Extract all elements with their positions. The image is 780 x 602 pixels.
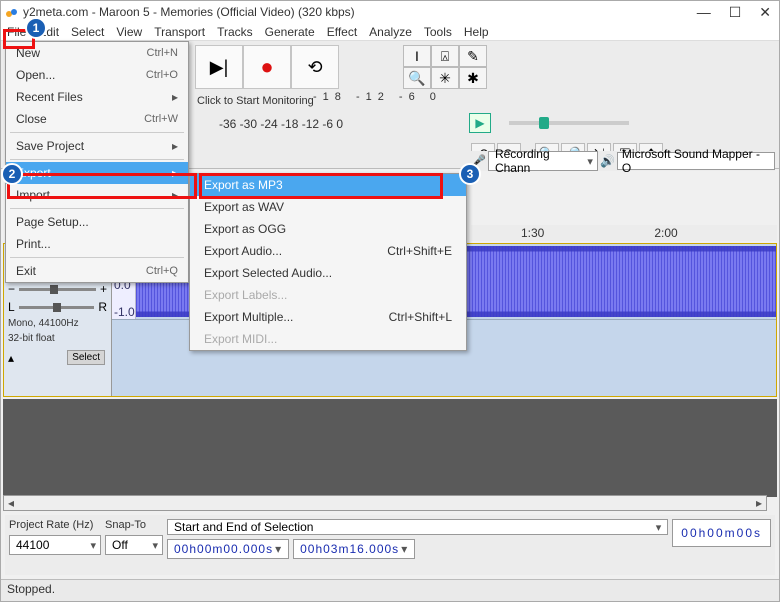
collapse-button[interactable]: ▴: [8, 351, 14, 365]
annotation-badge-2: 2: [1, 163, 23, 185]
envelope-tool-icon[interactable]: ⍓: [431, 45, 459, 67]
gain-minus-icon: −: [8, 282, 15, 296]
menu-help[interactable]: Help: [464, 25, 489, 39]
track-select-button[interactable]: Select: [67, 350, 105, 365]
minimize-button[interactable]: —: [697, 4, 711, 21]
menu-item-import[interactable]: Import▸: [6, 184, 188, 206]
menu-item-export-multiple[interactable]: Export Multiple...Ctrl+Shift+L: [190, 306, 466, 328]
speaker-icon: 🔊: [600, 154, 615, 168]
menubar: File Edit Select View Transport Tracks G…: [1, 23, 779, 41]
meter-ticks-top: -18 -12 -6 0: [313, 91, 442, 103]
device-toolbar: 🎤 Recording Chann 🔊 Microsoft Sound Mapp…: [471, 151, 775, 171]
menu-item-new[interactable]: NewCtrl+N: [6, 42, 188, 64]
annotation-badge-1: 1: [25, 17, 47, 39]
menu-effect[interactable]: Effect: [327, 25, 357, 39]
skip-end-button[interactable]: ▶|: [195, 45, 243, 89]
menu-item-export-wav[interactable]: Export as WAV: [190, 196, 466, 218]
playback-speed-slider[interactable]: [509, 121, 629, 125]
annotation-badge-3: 3: [459, 163, 481, 185]
menu-item-page-setup[interactable]: Page Setup...: [6, 211, 188, 233]
close-button[interactable]: ✕: [759, 4, 771, 21]
file-menu-popup: NewCtrl+N Open...Ctrl+O Recent Files▸ Cl…: [5, 41, 189, 283]
pan-left-label: L: [8, 300, 15, 314]
pan-slider[interactable]: [19, 306, 95, 309]
meter-hint[interactable]: Click to Start Monitoring: [197, 95, 314, 107]
track-format-line1: Mono, 44100Hz: [4, 316, 111, 331]
selection-end-field[interactable]: 00h03m16.000s▾: [293, 539, 415, 559]
project-rate-combo[interactable]: 44100: [9, 535, 101, 555]
selection-start-field[interactable]: 00h00m00.000s▾: [167, 539, 289, 559]
timeline-ruler[interactable]: 1:30 2:00: [471, 225, 777, 241]
scroll-right-icon[interactable]: ▸: [752, 496, 766, 510]
playback-device-combo[interactable]: Microsoft Sound Mapper - O: [617, 152, 775, 170]
menu-item-print[interactable]: Print...: [6, 233, 188, 255]
timeshift-tool-icon[interactable]: ✳: [431, 67, 459, 89]
menu-item-export-ogg[interactable]: Export as OGG: [190, 218, 466, 240]
menu-item-open[interactable]: Open...Ctrl+O: [6, 64, 188, 86]
menu-select[interactable]: Select: [71, 25, 104, 39]
track-format-line2: 32-bit float: [4, 331, 111, 346]
menu-item-close[interactable]: CloseCtrl+W: [6, 108, 188, 130]
export-submenu-popup: Export as MP3 Export as WAV Export as OG…: [189, 173, 467, 351]
menu-tracks[interactable]: Tracks: [217, 25, 253, 39]
menu-item-export-labels: Export Labels...: [190, 284, 466, 306]
scroll-left-icon[interactable]: ◂: [4, 496, 18, 510]
multi-tool-icon[interactable]: ✱: [459, 67, 487, 89]
record-button[interactable]: ●: [243, 45, 291, 89]
gain-plus-icon: +: [100, 282, 107, 296]
snap-to-label: Snap-To: [105, 519, 163, 531]
loop-button[interactable]: ⟲: [291, 45, 339, 89]
menu-item-exit[interactable]: ExitCtrl+Q: [6, 260, 188, 282]
selection-tool-icon[interactable]: I: [403, 45, 431, 67]
snap-to-combo[interactable]: Off: [105, 535, 163, 555]
app-icon: [3, 4, 19, 20]
gain-slider[interactable]: [19, 288, 96, 291]
transport-buttons: ▶| ● ⟲: [195, 45, 339, 89]
horizontal-scrollbar[interactable]: ◂ ▸: [3, 495, 767, 511]
project-rate-label: Project Rate (Hz): [9, 519, 101, 531]
menu-tools[interactable]: Tools: [424, 25, 452, 39]
maximize-button[interactable]: ☐: [729, 4, 742, 21]
selection-mode-combo[interactable]: Start and End of Selection: [167, 519, 668, 535]
menu-item-save-project[interactable]: Save Project▸: [6, 135, 188, 157]
menu-item-export-audio[interactable]: Export Audio...Ctrl+Shift+E: [190, 240, 466, 262]
time-mark: 2:00: [654, 226, 677, 240]
menu-item-export-midi: Export MIDI...: [190, 328, 466, 350]
menu-view[interactable]: View: [116, 25, 142, 39]
pan-right-label: R: [98, 300, 107, 314]
menu-item-export-selected[interactable]: Export Selected Audio...: [190, 262, 466, 284]
menu-item-export[interactable]: Export▸: [6, 162, 188, 184]
tracks-background: [3, 399, 777, 497]
draw-tool-icon[interactable]: ✎: [459, 45, 487, 67]
recording-channels-combo[interactable]: Recording Chann: [488, 151, 598, 171]
window-title: y2meta.com - Maroon 5 - Memories (Offici…: [23, 5, 697, 19]
audio-position-field[interactable]: 00h00m00s: [672, 519, 771, 547]
play-at-speed-button[interactable]: ▶: [469, 113, 491, 133]
menu-item-export-mp3[interactable]: Export as MP3: [190, 174, 466, 196]
tool-palette: I ⍓ ✎ 🔍 ✳ ✱: [403, 45, 487, 89]
menu-generate[interactable]: Generate: [265, 25, 315, 39]
status-text: Stopped.: [7, 582, 55, 596]
zoom-tool-icon[interactable]: 🔍: [403, 67, 431, 89]
titlebar: y2meta.com - Maroon 5 - Memories (Offici…: [1, 1, 779, 23]
selection-toolbar: Project Rate (Hz) 44100 Snap-To Off Star…: [5, 515, 775, 575]
menu-item-recent-files[interactable]: Recent Files▸: [6, 86, 188, 108]
menu-file[interactable]: File: [7, 25, 26, 39]
menu-analyze[interactable]: Analyze: [369, 25, 412, 39]
time-mark: 1:30: [521, 226, 544, 240]
menu-transport[interactable]: Transport: [154, 25, 205, 39]
statusbar: Stopped.: [1, 579, 779, 601]
